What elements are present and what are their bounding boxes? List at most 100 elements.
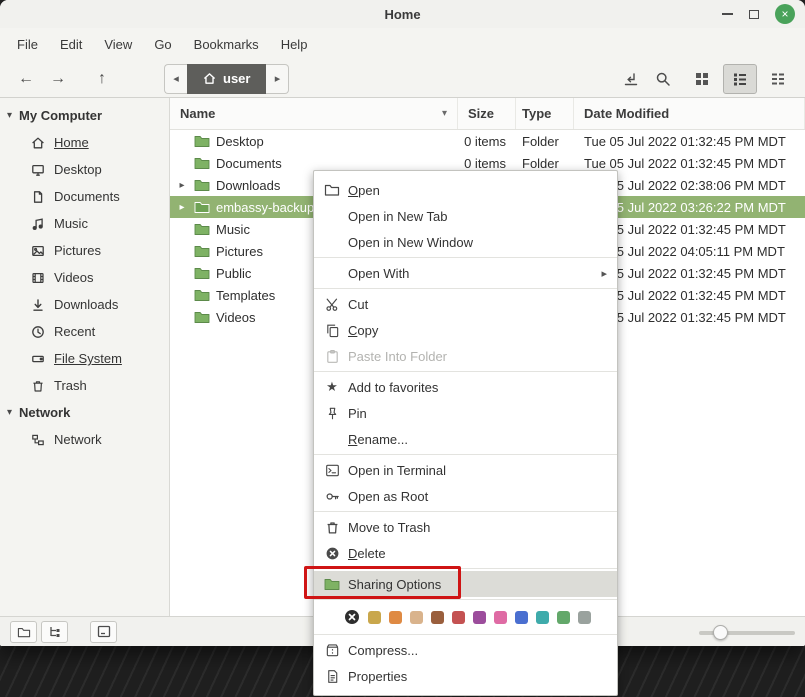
sidebar-places-button[interactable]	[10, 621, 37, 643]
list-header: Name ▾ Size Type Date Modified	[170, 98, 805, 130]
menu-edit[interactable]: Edit	[49, 32, 93, 57]
clear-folder-color-button[interactable]	[344, 609, 360, 625]
folder-color-swatch[interactable]	[389, 611, 402, 624]
menu-item-delete[interactable]: Delete	[314, 540, 617, 566]
sidebar-item-videos[interactable]: Videos	[0, 264, 169, 291]
toggle-location-entry-button[interactable]	[615, 64, 647, 94]
pane-icon	[97, 625, 111, 638]
breadcrumb-scroll-right-button[interactable]: ▸	[266, 64, 289, 94]
folder-color-swatch[interactable]	[557, 611, 570, 624]
menu-file[interactable]: File	[6, 32, 49, 57]
folder-color-swatch[interactable]	[578, 611, 591, 624]
folder-color-swatch[interactable]	[452, 611, 465, 624]
folder-color-swatch[interactable]	[410, 611, 423, 624]
menu-item-properties[interactable]: Properties	[314, 663, 617, 689]
menu-item-move-to-trash[interactable]: Move to Trash	[314, 514, 617, 540]
search-button[interactable]	[647, 64, 679, 94]
close-button[interactable]: ×	[775, 4, 795, 24]
menu-item-pin[interactable]: Pin	[314, 400, 617, 426]
sidebar-item-trash[interactable]: Trash	[0, 372, 169, 399]
sidebar-item-desktop[interactable]: Desktop	[0, 156, 169, 183]
list-view-button[interactable]	[723, 64, 757, 94]
music-icon	[31, 217, 45, 231]
menu-item-open-with[interactable]: Open With ▸	[314, 260, 617, 286]
menu-help[interactable]: Help	[270, 32, 319, 57]
sidebar-item-file-system[interactable]: File System	[0, 345, 169, 372]
sidebar-item-downloads[interactable]: Downloads	[0, 291, 169, 318]
sidebar-item-network[interactable]: Network	[0, 426, 169, 453]
sharing-folder-icon	[324, 576, 340, 592]
menu-item-sharing-options[interactable]: Sharing Options	[314, 571, 617, 597]
menu-item-open[interactable]: Open	[314, 177, 617, 203]
sidebar-item-recent[interactable]: Recent	[0, 318, 169, 345]
sidebar-tree-button[interactable]	[41, 621, 68, 643]
menu-bookmarks[interactable]: Bookmarks	[183, 32, 270, 57]
folder-color-swatch[interactable]	[536, 611, 549, 624]
sidebar-item-documents[interactable]: Documents	[0, 183, 169, 210]
file-row-desktop[interactable]: Desktop 0 items Folder Tue 05 Jul 2022 0…	[170, 130, 805, 152]
trash-icon	[324, 519, 340, 535]
up-button[interactable]: ↑	[86, 64, 118, 94]
column-header-date-modified[interactable]: Date Modified	[574, 98, 805, 129]
titlebar[interactable]: Home ×	[0, 0, 805, 28]
icon-view-icon	[694, 71, 710, 87]
sidebar-item-home[interactable]: Home	[0, 129, 169, 156]
tree-view-icon	[48, 625, 62, 639]
properties-icon	[324, 668, 340, 684]
folder-icon	[194, 310, 210, 324]
sidebar-item-pictures[interactable]: Pictures	[0, 237, 169, 264]
zoom-slider[interactable]	[699, 623, 795, 641]
window-controls: ×	[722, 4, 805, 24]
cut-icon	[324, 296, 340, 312]
folder-color-swatch[interactable]	[494, 611, 507, 624]
forward-icon: →	[50, 70, 66, 88]
menu-separator	[314, 454, 617, 455]
menu-item-rename[interactable]: Rename...	[314, 426, 617, 452]
downloads-icon	[31, 298, 45, 312]
menu-separator	[314, 257, 617, 258]
home-icon	[31, 136, 45, 150]
context-menu: Open Open in New Tab Open in New Window …	[313, 170, 618, 696]
menu-item-open-in-new-window[interactable]: Open in New Window	[314, 229, 617, 255]
menu-go[interactable]: Go	[143, 32, 182, 57]
menu-separator	[314, 599, 617, 600]
forward-button[interactable]: →	[42, 64, 74, 94]
column-header-name[interactable]: Name ▾	[170, 98, 458, 129]
row-expander-icon[interactable]: ▸	[176, 202, 188, 213]
menu-view[interactable]: View	[93, 32, 143, 57]
sidebar-item-music[interactable]: Music	[0, 210, 169, 237]
network-icon	[31, 433, 45, 447]
sidebar-section-my-computer[interactable]: ▾ My Computer	[0, 102, 169, 129]
folder-color-swatch[interactable]	[515, 611, 528, 624]
folder-icon	[194, 244, 210, 258]
menu-item-add-to-favorites[interactable]: ★ Add to favorites	[314, 374, 617, 400]
videos-icon	[31, 271, 45, 285]
menu-item-open-in-terminal[interactable]: Open in Terminal	[314, 457, 617, 483]
menu-separator	[314, 371, 617, 372]
folder-color-swatch[interactable]	[368, 611, 381, 624]
compact-view-button[interactable]	[761, 64, 795, 94]
sidebar-section-network[interactable]: ▾ Network	[0, 399, 169, 426]
breadcrumb: ◂ user ▸	[164, 64, 289, 94]
breadcrumb-scroll-left-button[interactable]: ◂	[164, 64, 187, 94]
menu-item-compress[interactable]: Compress...	[314, 637, 617, 663]
zoom-slider-handle[interactable]	[713, 625, 728, 640]
menu-item-copy[interactable]: Copy	[314, 317, 617, 343]
section-expanded-icon: ▾	[7, 110, 12, 121]
row-expander-icon[interactable]: ▸	[176, 180, 188, 191]
back-button[interactable]: ←	[10, 64, 42, 94]
maximize-button[interactable]	[749, 10, 759, 19]
column-header-size[interactable]: Size	[458, 98, 516, 129]
menu-item-open-as-root[interactable]: Open as Root	[314, 483, 617, 509]
terminal-icon	[324, 462, 340, 478]
breadcrumb-segment-user[interactable]: user	[187, 64, 266, 94]
icon-view-button[interactable]	[685, 64, 719, 94]
menu-item-cut[interactable]: Cut	[314, 291, 617, 317]
folder-color-swatch[interactable]	[473, 611, 486, 624]
folder-color-swatch[interactable]	[431, 611, 444, 624]
column-header-type[interactable]: Type	[516, 98, 574, 129]
menu-item-open-in-new-tab[interactable]: Open in New Tab	[314, 203, 617, 229]
toggle-pane-button[interactable]	[90, 621, 117, 643]
minimize-button[interactable]	[722, 13, 733, 15]
folder-icon	[194, 156, 210, 170]
